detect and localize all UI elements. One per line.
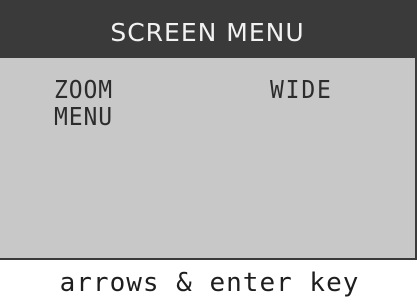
menu-title: SCREEN MENU	[0, 0, 415, 58]
instruction-hint: arrows & enter key	[59, 268, 360, 298]
menu-item-value[interactable]: WIDE	[270, 76, 333, 103]
menu-item-label-line-2: MENU	[54, 102, 114, 131]
menu-item-label[interactable]: ZOOM MENU	[54, 76, 192, 130]
screen-menu-panel: SCREEN MENU ZOOM MENU WIDE	[0, 0, 417, 260]
menu-item-label-line-1: ZOOM	[54, 75, 114, 104]
